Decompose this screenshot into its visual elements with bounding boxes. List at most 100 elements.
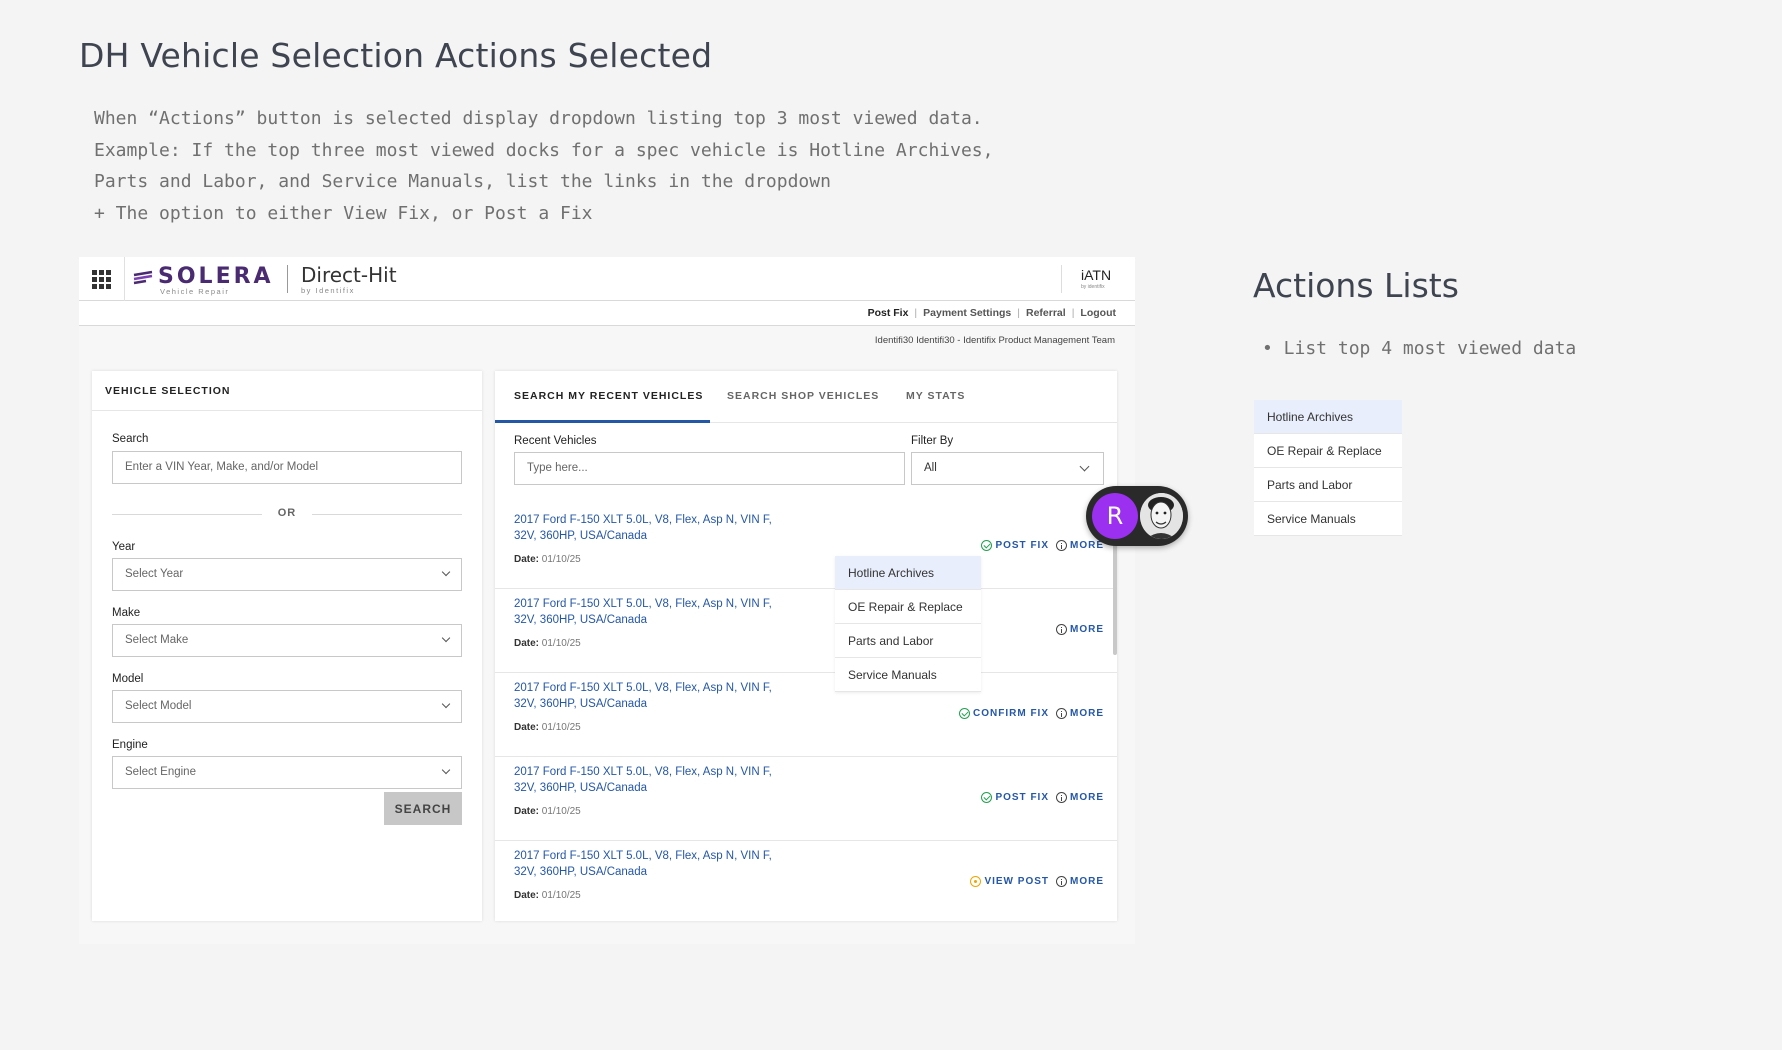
year-select[interactable]: Select Year (112, 558, 462, 591)
filter-value: All (924, 462, 937, 474)
vin-search-input[interactable]: Enter a VIN Year, Make, and/or Model (112, 451, 462, 484)
vehicle-date: Date: 01/10/25 (514, 890, 581, 901)
recent-vehicles-card: SEARCH MY RECENT VEHICLES SEARCH SHOP VE… (495, 371, 1117, 921)
vehicle-actions: POST FIX MORE (981, 792, 1104, 803)
avatar-photo[interactable] (1140, 493, 1183, 539)
more-button[interactable]: MORE (1056, 708, 1104, 719)
nav-post-fix[interactable]: Post Fix (868, 307, 909, 319)
filter-by-label: Filter By (911, 435, 954, 447)
dropdown-item-parts-labor[interactable]: Parts and Labor (835, 624, 981, 658)
person-icon (1140, 493, 1183, 539)
year-label: Year (112, 541, 136, 553)
recent-vehicles-input[interactable]: Type here... (514, 452, 905, 485)
nav-payment-settings[interactable]: Payment Settings (923, 307, 1011, 319)
actions-lists-title: Actions Lists (1253, 266, 1459, 305)
vehicle-actions: VIEW POST MORE (970, 876, 1104, 887)
action-label: VIEW POST (984, 876, 1049, 888)
more-label: MORE (1070, 792, 1104, 804)
vehicle-row: 2017 Ford F-150 XLT 5.0L, V8, Flex, Asp … (495, 841, 1117, 921)
more-button[interactable]: MORE (1056, 540, 1104, 551)
vehicle-title-link[interactable]: 2017 Ford F-150 XLT 5.0L, V8, Flex, Asp … (514, 764, 784, 796)
post-fix-button[interactable]: POST FIX (981, 540, 1049, 551)
action-label: POST FIX (995, 540, 1049, 552)
date-label: Date: (514, 554, 540, 565)
more-label: MORE (1070, 540, 1104, 552)
vehicle-actions: POST FIX MORE (981, 540, 1104, 551)
vehicle-row: 2017 Ford F-150 XLT 5.0L, V8, Flex, Asp … (495, 589, 1117, 673)
vehicle-date: Date: 01/10/25 (514, 806, 581, 817)
date-value: 01/10/25 (541, 638, 581, 649)
iatn-link[interactable]: iATN (1081, 267, 1111, 283)
vehicle-actions: CONFIRM FIX MORE (959, 708, 1104, 719)
make-select[interactable]: Select Make (112, 624, 462, 657)
solera-logo: SOLERA Vehicle Repair (132, 264, 274, 296)
vehicle-title-link[interactable]: 2017 Ford F-150 XLT 5.0L, V8, Flex, Asp … (514, 848, 784, 880)
make-label: Make (112, 607, 141, 619)
filter-select[interactable]: All (911, 452, 1104, 485)
more-button[interactable]: MORE (1056, 792, 1104, 803)
page-description: When “Actions” button is selected displa… (94, 108, 994, 224)
more-label: MORE (1070, 624, 1104, 636)
chevron-down-icon (441, 699, 451, 709)
product-subtitle: by Identifix (301, 286, 355, 295)
vehicle-title-link[interactable]: 2017 Ford F-150 XLT 5.0L, V8, Flex, Asp … (514, 680, 784, 712)
active-tab-indicator (495, 420, 710, 423)
model-label: Model (112, 673, 144, 685)
recent-vehicles-label: Recent Vehicles (514, 435, 597, 447)
logo-divider (287, 265, 288, 293)
dropdown-item-service-manuals[interactable]: Service Manuals (835, 658, 981, 692)
product-title: Direct-Hit (301, 263, 397, 287)
date-value: 01/10/25 (541, 806, 581, 817)
check-circle-icon (981, 540, 993, 551)
search-button[interactable]: SEARCH (384, 792, 462, 825)
product-name: Direct-Hit by Identifix (301, 263, 397, 295)
dropdown-item-hotline-archives[interactable]: Hotline Archives (835, 556, 981, 590)
user-team: Identifi30 Identifi30 - Identifix Produc… (874, 335, 1115, 346)
page-title: DH Vehicle Selection Actions Selected (79, 36, 713, 75)
actions-list-sample: Hotline Archives OE Repair & Replace Par… (1254, 400, 1402, 536)
make-value: Select Make (125, 634, 189, 646)
vehicle-actions: MORE (1056, 624, 1104, 635)
more-button[interactable]: MORE (1056, 624, 1104, 635)
post-fix-button[interactable]: POST FIX (981, 792, 1049, 803)
apps-grid-icon[interactable] (79, 257, 125, 301)
list-item[interactable]: Service Manuals (1254, 502, 1402, 536)
confirm-fix-button[interactable]: CONFIRM FIX (959, 708, 1049, 719)
date-label: Date: (514, 806, 540, 817)
info-icon (1056, 792, 1067, 803)
logo-text: SOLERA (158, 264, 274, 289)
check-circle-icon (959, 708, 970, 719)
check-circle-icon (981, 792, 993, 803)
engine-select[interactable]: Select Engine (112, 756, 462, 789)
nav-logout[interactable]: Logout (1080, 307, 1116, 319)
solera-mark-icon (133, 270, 153, 284)
engine-value: Select Engine (125, 766, 196, 778)
search-label: Search (112, 433, 149, 445)
vehicle-title-link[interactable]: 2017 Ford F-150 XLT 5.0L, V8, Flex, Asp … (514, 512, 784, 544)
tab-my-stats[interactable]: MY STATS (906, 390, 965, 402)
date-label: Date: (514, 638, 540, 649)
chevron-down-icon (441, 567, 451, 577)
vehicle-date: Date: 01/10/25 (514, 722, 581, 733)
dropdown-item-oe-repair[interactable]: OE Repair & Replace (835, 590, 981, 624)
list-item[interactable]: OE Repair & Replace (1254, 434, 1402, 468)
iatn-divider (1061, 265, 1062, 293)
date-value: 01/10/25 (541, 722, 581, 733)
actions-dropdown: Hotline Archives OE Repair & Replace Par… (835, 556, 981, 692)
vehicle-list: 2017 Ford F-150 XLT 5.0L, V8, Flex, Asp … (495, 505, 1117, 921)
iatn-subtitle: by identifix (1081, 284, 1105, 290)
more-button[interactable]: MORE (1056, 876, 1104, 887)
date-label: Date: (514, 722, 540, 733)
tab-recent-vehicles[interactable]: SEARCH MY RECENT VEHICLES (514, 390, 703, 402)
model-select[interactable]: Select Model (112, 690, 462, 723)
list-item[interactable]: Hotline Archives (1254, 400, 1402, 434)
vehicle-title-link[interactable]: 2017 Ford F-150 XLT 5.0L, V8, Flex, Asp … (514, 596, 784, 628)
chevron-down-icon (441, 633, 451, 643)
tab-shop-vehicles[interactable]: SEARCH SHOP VEHICLES (727, 390, 879, 402)
model-value: Select Model (125, 700, 192, 712)
nav-referral[interactable]: Referral (1026, 307, 1066, 319)
list-item[interactable]: Parts and Labor (1254, 468, 1402, 502)
view-post-button[interactable]: VIEW POST (970, 876, 1049, 887)
avatar[interactable]: R (1092, 493, 1138, 539)
vehicle-date: Date: 01/10/25 (514, 638, 581, 649)
